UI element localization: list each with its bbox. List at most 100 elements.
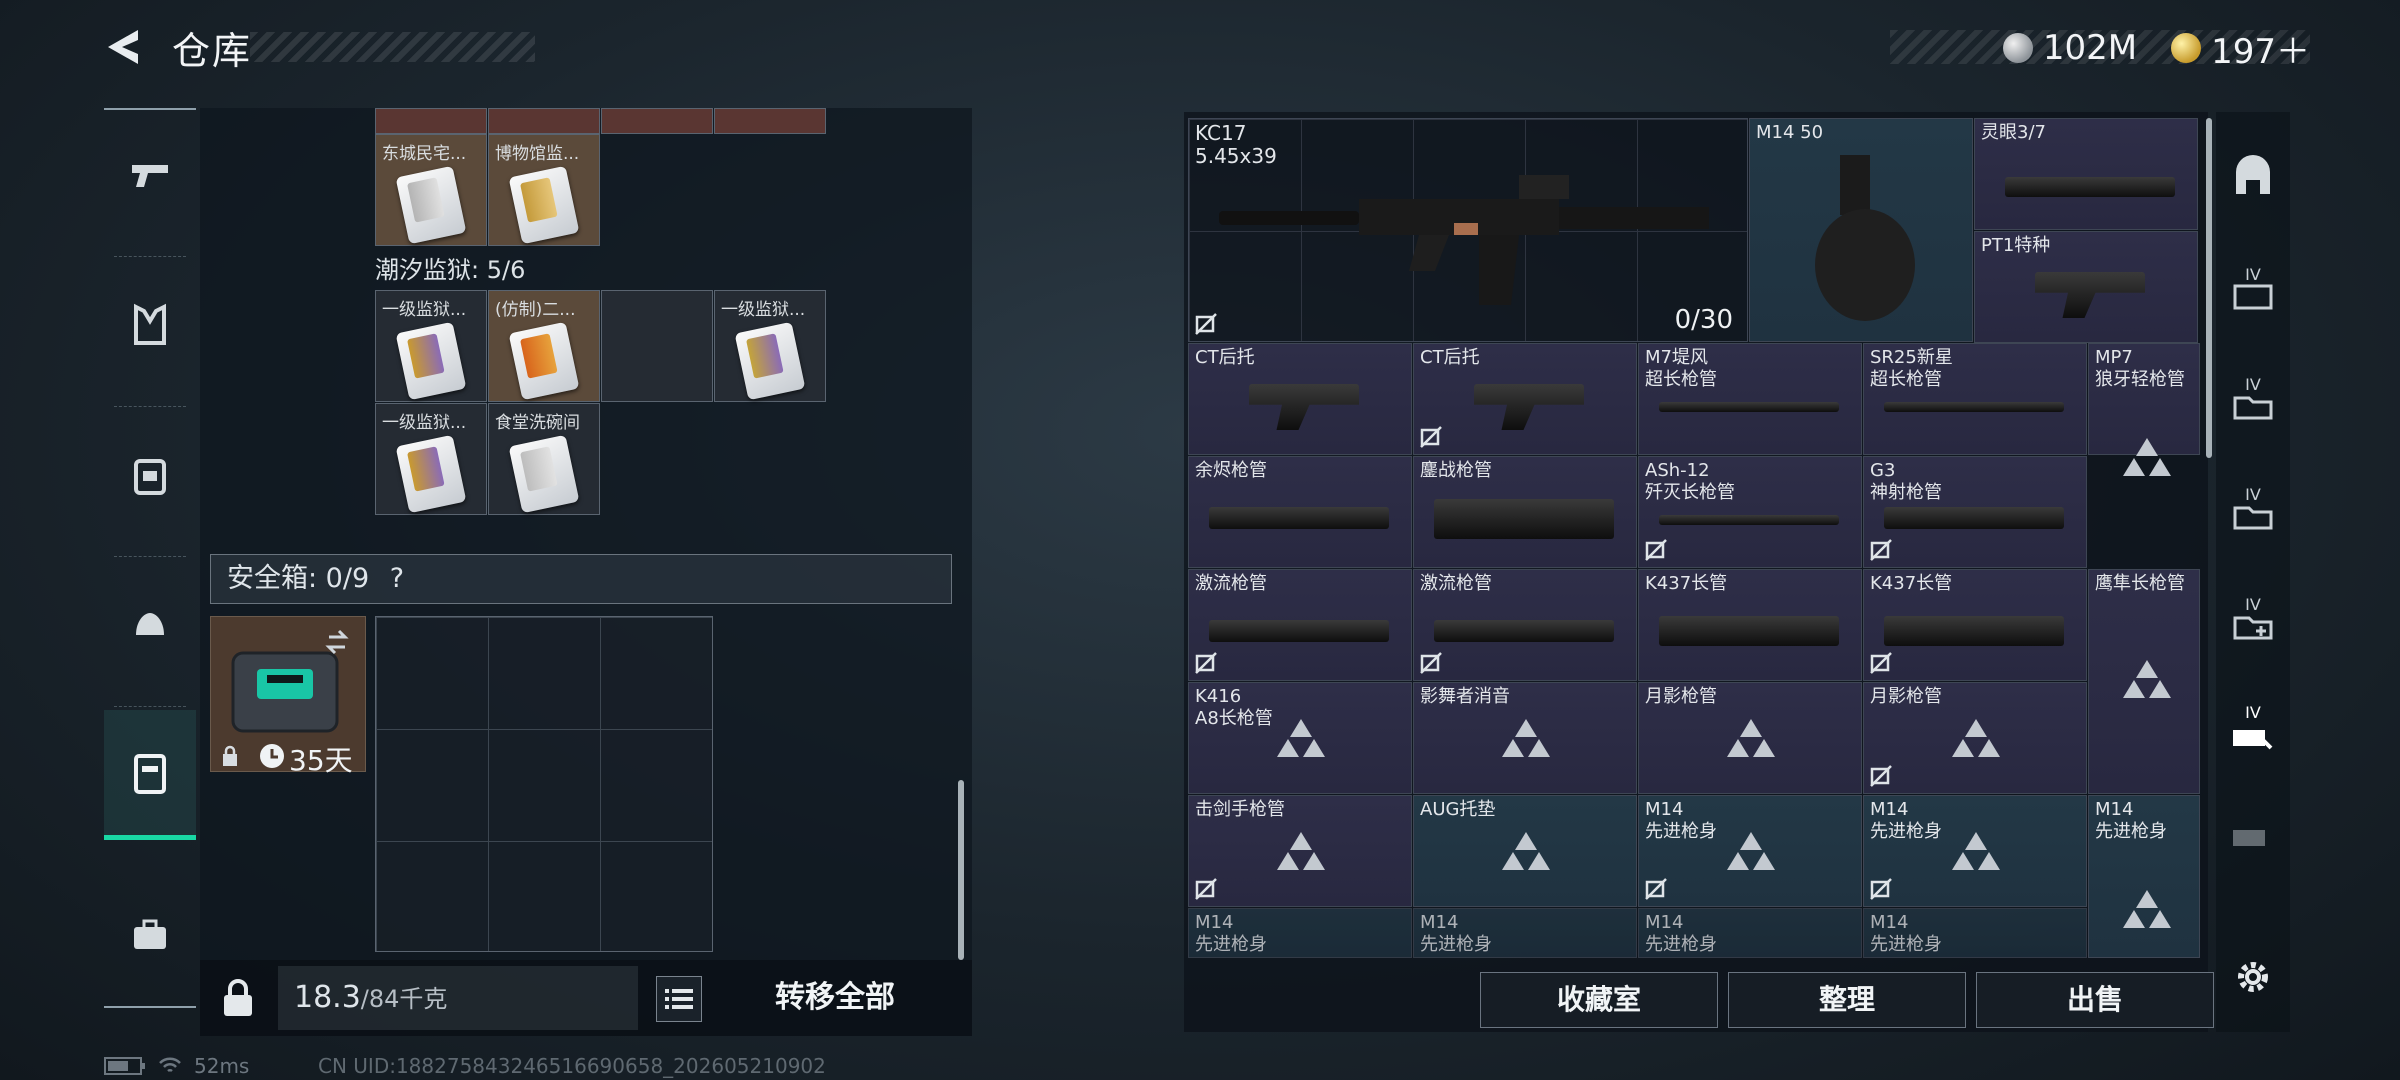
attachment-slot[interactable]: 激流枪管 bbox=[1413, 569, 1637, 681]
attachment-slot[interactable]: M7堤风 超长枪管 bbox=[1638, 343, 1862, 455]
attachment-slot[interactable]: 击剑手枪管 bbox=[1188, 795, 1412, 907]
item-slot[interactable] bbox=[714, 108, 826, 134]
attachment-slot[interactable]: ASh-12 歼灭长枪管 bbox=[1638, 456, 1862, 568]
attachment-slot[interactable]: 鏖战枪管 bbox=[1413, 456, 1637, 568]
attachment-slot[interactable]: 影舞者消音 bbox=[1413, 682, 1637, 794]
rarity-triangle-icon bbox=[1727, 832, 1775, 872]
keycard-slot[interactable]: 博物馆监... bbox=[488, 134, 600, 246]
list-view-button[interactable] bbox=[656, 976, 702, 1022]
nav-weapon[interactable] bbox=[104, 110, 196, 240]
attachment-slot[interactable]: MP7 狼牙轻枪管 bbox=[2088, 343, 2200, 476]
sell-button[interactable]: 出售 bbox=[1976, 972, 2214, 1028]
help-icon[interactable]: ? bbox=[390, 563, 404, 594]
loadout-scrollbar[interactable] bbox=[2206, 118, 2212, 458]
rarity-triangle-icon bbox=[2123, 890, 2171, 930]
safe-box-grid[interactable] bbox=[375, 616, 713, 952]
keycard-slot[interactable]: 一级监狱... bbox=[714, 290, 826, 402]
list-icon bbox=[665, 989, 693, 1009]
attachment-slot[interactable]: M14 先进枪身 bbox=[1638, 908, 1862, 958]
rn-tab-6[interactable] bbox=[2216, 782, 2290, 892]
attachment-slot[interactable]: K437长管 bbox=[1863, 569, 2087, 681]
item-slot[interactable] bbox=[375, 108, 487, 134]
attachment-slot[interactable]: 余烬枪管 bbox=[1188, 456, 1412, 568]
attachment-slot[interactable]: M14 先进枪身 bbox=[1638, 795, 1862, 907]
nav-armor[interactable] bbox=[104, 260, 196, 390]
nav-helmet[interactable] bbox=[104, 560, 196, 690]
keycard-slot[interactable]: (仿制)二... bbox=[488, 290, 600, 402]
prison-section-title: 潮汐监狱: 5/6 bbox=[375, 256, 526, 284]
stash-house-icon bbox=[2236, 155, 2270, 194]
rarity-triangle-icon bbox=[1277, 832, 1325, 872]
gold-amount[interactable]: 197＋ bbox=[2211, 24, 2310, 73]
clock-icon bbox=[259, 743, 285, 769]
attachment-slot[interactable]: 月影枪管 bbox=[1638, 682, 1862, 794]
attachment-slot[interactable]: K416 A8长枪管 bbox=[1188, 682, 1412, 794]
attachment-slot[interactable]: M14 先进枪身 bbox=[1413, 908, 1637, 958]
rn-tab-5-active[interactable]: IV bbox=[2216, 672, 2290, 782]
silver-amount: 102M bbox=[2042, 28, 2138, 68]
attachment-slot[interactable]: CT后托 bbox=[1188, 343, 1412, 455]
nav-safe-box[interactable] bbox=[104, 710, 196, 840]
weight-capacity: /84千克 bbox=[360, 985, 448, 1013]
back-button[interactable] bbox=[100, 24, 146, 70]
page-title: 仓库 bbox=[172, 29, 253, 73]
attachment-slot[interactable]: M14 先进枪身 bbox=[1188, 908, 1412, 958]
stock-icon bbox=[2035, 272, 2145, 318]
lock-button[interactable] bbox=[210, 970, 266, 1026]
currency-bar: 102M 197＋ bbox=[2002, 28, 2310, 72]
no-insurance-icon bbox=[1195, 878, 1217, 900]
transfer-all-button[interactable]: 转移全部 bbox=[710, 966, 960, 1030]
main-weapon-slot[interactable]: KC17 5.45x39 0/30 bbox=[1188, 118, 1748, 342]
safe-box-label: 安全箱: 0/9 bbox=[227, 563, 370, 594]
attachment-slot[interactable]: AUG托垫 bbox=[1413, 795, 1637, 907]
folder-icon bbox=[2233, 396, 2273, 419]
item-slot[interactable] bbox=[488, 108, 600, 134]
magazine-slot[interactable]: M14 50 bbox=[1749, 118, 1973, 342]
rn-tab-1[interactable]: IV bbox=[2216, 232, 2290, 342]
handguard-icon bbox=[1209, 620, 1389, 642]
rn-tab-4[interactable]: IV bbox=[2216, 562, 2290, 672]
silver-coin-icon bbox=[2002, 33, 2033, 63]
attachment-slot[interactable]: G3 神射枪管 bbox=[1863, 456, 2087, 568]
safe-box-item[interactable]: 35天 bbox=[210, 616, 366, 777]
left-category-nav bbox=[104, 108, 196, 1008]
weight-value: 18.3 bbox=[294, 980, 361, 1015]
empty-slot[interactable] bbox=[601, 290, 713, 402]
nav-backpack[interactable] bbox=[104, 410, 196, 540]
keycard-slot[interactable]: 食堂洗碗间 bbox=[488, 403, 600, 515]
stash-scrollbar[interactable] bbox=[958, 780, 964, 960]
padlock-icon bbox=[224, 979, 252, 1016]
settings-button[interactable] bbox=[2216, 922, 2290, 1032]
stock-slot[interactable]: PT1特种 bbox=[1974, 231, 2198, 343]
attachment-slot[interactable]: M14 先进枪身 bbox=[1863, 908, 2087, 958]
attachment-slot[interactable]: SR25新星 超长枪管 bbox=[1863, 343, 2087, 455]
keycard-icon bbox=[395, 321, 467, 401]
organize-button[interactable]: 整理 bbox=[1728, 972, 1966, 1028]
attachment-slot[interactable]: M14 先进枪身 bbox=[2088, 795, 2200, 958]
attachment-slot[interactable]: CT后托 bbox=[1413, 343, 1637, 455]
attachment-slot[interactable]: M14 先进枪身 bbox=[1863, 795, 2087, 907]
helmet-icon bbox=[136, 613, 164, 635]
rn-tab-2[interactable]: IV bbox=[2216, 342, 2290, 452]
scope-slot[interactable]: 灵眼3/7 bbox=[1974, 118, 2198, 230]
attachment-slot[interactable]: 激流枪管 bbox=[1188, 569, 1412, 681]
keycard-slot[interactable]: 一级监狱... bbox=[375, 290, 487, 402]
attachment-slot[interactable]: 月影枪管 bbox=[1863, 682, 2087, 794]
nav-toolbox[interactable] bbox=[104, 870, 196, 1000]
stock-icon bbox=[1249, 384, 1359, 430]
title-decoration bbox=[250, 32, 535, 62]
attachment-slot[interactable]: K437长管 bbox=[1638, 569, 1862, 681]
no-insurance-icon bbox=[1870, 878, 1892, 900]
keycard-slot[interactable]: 一级监狱... bbox=[375, 403, 487, 515]
rn-tab-3[interactable]: IV bbox=[2216, 452, 2290, 562]
rifle-icon bbox=[1219, 175, 1709, 305]
barrel-icon bbox=[1884, 402, 2064, 412]
item-slot[interactable] bbox=[601, 108, 713, 134]
attachment-slot[interactable]: 鹰隼长枪管 bbox=[2088, 569, 2200, 794]
collection-room-button[interactable]: 收藏室 bbox=[1480, 972, 1718, 1028]
rn-stash[interactable] bbox=[2216, 122, 2290, 232]
handguard-icon bbox=[1209, 507, 1389, 529]
barrel-icon bbox=[1659, 515, 1839, 525]
wifi-icon bbox=[159, 1057, 181, 1073]
keycard-slot[interactable]: 东城民宅... bbox=[375, 134, 487, 246]
